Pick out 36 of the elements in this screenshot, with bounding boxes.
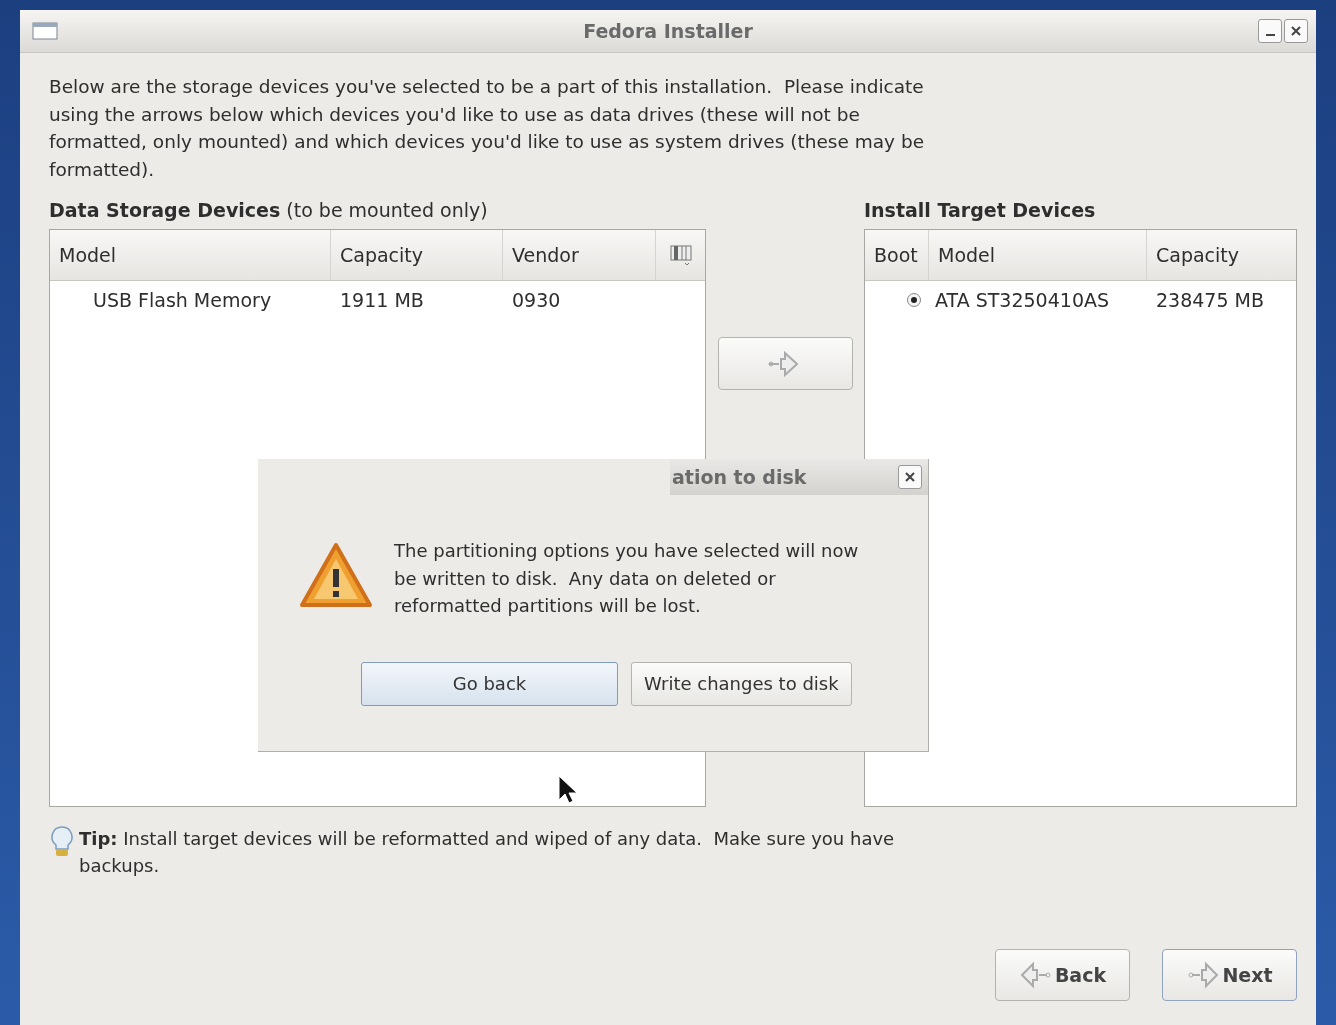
nav-button[interactable]: Back <box>995 949 1130 1001</box>
lightbulb-icon <box>49 825 75 859</box>
next-arrow-icon <box>1186 959 1221 991</box>
window-title: Fedora Installer <box>582 20 754 42</box>
column-header[interactable]: Model <box>50 230 331 280</box>
minimize-button[interactable] <box>1258 19 1282 43</box>
table-cell-text: 0930 <box>511 289 562 311</box>
close-icon <box>1290 25 1302 37</box>
table-cell-text: 238475 MB <box>1155 289 1265 311</box>
dialog-button[interactable]: Go back <box>361 661 618 706</box>
close-button[interactable] <box>1284 19 1308 43</box>
table-cell-text: 1911 MB <box>339 289 425 311</box>
columns-icon[interactable] <box>668 243 693 267</box>
boot-radio[interactable] <box>907 293 921 307</box>
nav-button[interactable]: Next <box>1162 949 1297 1001</box>
device-row[interactable]: USB Flash Memory 1911 MB 0930 <box>50 281 705 319</box>
window-icon <box>32 22 58 40</box>
column-header[interactable]: Model <box>929 230 1147 280</box>
column-header[interactable]: Vendor <box>503 230 656 280</box>
dialog-title: ation to disk <box>672 466 807 488</box>
dialog-message: The partitioning options you have selected will now be written to disk. Any data on deleted or reformatted partitions will be lost. <box>394 539 860 618</box>
table-cell-text: ATA ST3250410AS <box>934 289 1111 311</box>
close-icon <box>904 471 916 483</box>
column-header[interactable]: Capacity <box>331 230 503 280</box>
column-header[interactable]: Boot <box>865 230 929 280</box>
tip-text: Tip: Install target devices will be reformatted and wiped of any data. Make sure you have backups. <box>79 827 896 878</box>
table-cell-text: USB Flash Memory <box>92 289 273 311</box>
section-heading: Install Target Devices <box>864 199 1097 223</box>
close-button[interactable] <box>898 465 922 489</box>
device-row[interactable]: ATA ST3250410AS 238475 MB <box>865 281 1296 319</box>
minimize-icon <box>1265 34 1275 36</box>
section-heading: Data Storage Devices (to be mounted only) <box>49 199 489 223</box>
intro-text: Below are the storage devices you've selected to be a part of this installation. Please indicate using the arrows below which devices you'd like to use as data drives (these will not be formatted, only mounted) and which devices you'd like to use as system drives (these may be formatted). <box>49 75 925 182</box>
column-header[interactable]: Capacity <box>1147 230 1296 280</box>
back-arrow-icon <box>1018 959 1053 991</box>
dialog-button[interactable]: Write changes to disk <box>631 661 852 706</box>
